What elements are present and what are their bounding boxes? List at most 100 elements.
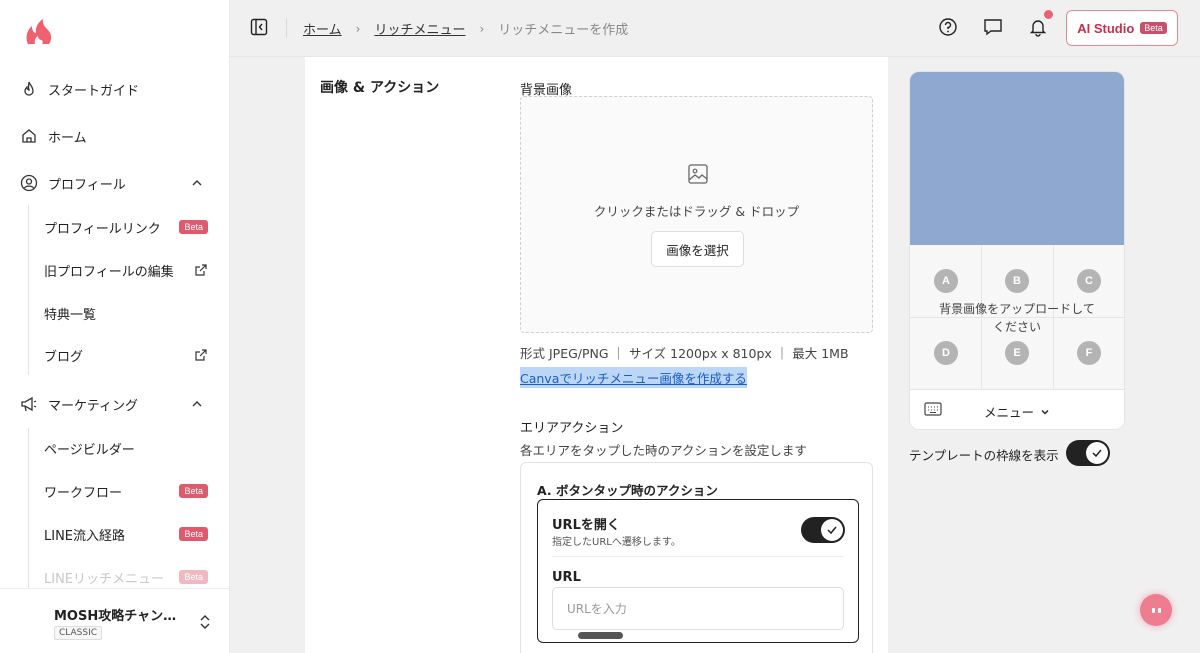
subitem-label: 旧プロフィールの編集 <box>44 264 174 280</box>
divider <box>552 556 844 557</box>
sidebar-item-start-guide[interactable]: スタートガイド <box>20 77 139 101</box>
image-dropzone[interactable]: クリックまたはドラッグ & ドロップ 画像を選択 <box>520 96 873 333</box>
chevron-up-icon[interactable] <box>190 397 204 411</box>
breadcrumb-richmenu[interactable]: リッチメニュー <box>374 19 465 38</box>
megaphone-icon <box>20 395 38 413</box>
beta-badge: Beta <box>179 220 208 234</box>
sidebar-item-profile[interactable]: プロフィール <box>20 171 210 195</box>
sidebar-subitem-page-builder[interactable]: ページビルダー <box>44 437 208 459</box>
logo-icon[interactable] <box>24 18 54 46</box>
help-icon[interactable] <box>938 17 958 37</box>
sidebar-subitem-old-profile[interactable]: 旧プロフィールの編集 <box>44 259 208 281</box>
plan-badge: CLASSIC <box>54 626 103 640</box>
area-cell-c[interactable]: C <box>1077 269 1101 293</box>
upload-prompt-line: 背景画像をアップロードして <box>939 302 1095 316</box>
breadcrumb-current: リッチメニューを作成 <box>498 23 629 38</box>
sidebar-item-marketing[interactable]: マーケティング <box>20 392 210 416</box>
sidebar-item-label: プロフィール <box>48 177 126 193</box>
sidebar: スタートガイド ホーム プロフィール プロフィールリンク Beta 旧プロフィー… <box>0 0 230 653</box>
rich-menu-preview: A B C D E F 背景画像をアップロードして ください メニュー <box>909 71 1125 430</box>
action-card-a: A. ボタンタップ時のアクション URLを開く 指定したURLへ遷移します。 U… <box>520 462 873 653</box>
url-label: URL <box>552 570 581 585</box>
keyboard-icon[interactable] <box>924 402 942 416</box>
action-card-title: A. ボタンタップ時のアクション <box>537 483 718 498</box>
preview-menu-bar: メニュー <box>910 389 1124 429</box>
flame-icon <box>20 80 38 98</box>
scrollbar-thumb[interactable] <box>578 632 623 639</box>
beta-badge: Beta <box>1140 22 1167 34</box>
open-url-option[interactable]: URLを開く 指定したURLへ遷移します。 URL URLを入力 <box>537 499 859 643</box>
subitem-label: ブログ <box>44 349 84 365</box>
subitem-label: 特典一覧 <box>44 307 97 323</box>
subitem-label: ワークフロー <box>44 485 123 501</box>
image-icon <box>688 164 708 184</box>
sidebar-subitem-profile-link[interactable]: プロフィールリンク Beta <box>44 216 208 238</box>
menu-toggle[interactable]: メニュー <box>984 402 1050 421</box>
section-title: 画像 & アクション <box>320 80 440 96</box>
sidebar-item-home[interactable]: ホーム <box>20 124 87 148</box>
notification-dot <box>1044 10 1053 19</box>
area-cell-a[interactable]: A <box>934 269 958 293</box>
chevron-right-icon: › <box>479 21 485 36</box>
open-url-toggle[interactable] <box>801 517 845 543</box>
eye-glyph <box>1157 607 1161 613</box>
area-cell-b[interactable]: B <box>1005 269 1029 293</box>
chevron-right-icon: › <box>355 21 361 36</box>
account-name: MOSH攻略チャン… <box>54 609 177 624</box>
chat-support-button[interactable] <box>1140 594 1172 626</box>
rich-menu-form: 画像 & アクション 背景画像 クリックまたはドラッグ & ドロップ 画像を選択… <box>305 57 888 653</box>
submenu-guide-line <box>28 428 29 588</box>
url-input[interactable]: URLを入力 <box>552 587 844 630</box>
top-header: ホーム › リッチメニュー › リッチメニューを作成 AI Studio Bet… <box>230 0 1200 57</box>
sidebar-subitem-benefits[interactable]: 特典一覧 <box>44 302 208 324</box>
submenu-guide-line <box>28 205 29 375</box>
header-divider <box>286 18 287 38</box>
template-border-toggle[interactable] <box>1066 440 1110 466</box>
open-url-description: 指定したURLへ遷移します。 <box>552 537 681 548</box>
external-link-icon <box>195 349 207 361</box>
preview-background <box>910 72 1124 245</box>
beta-badge: Beta <box>179 570 208 584</box>
check-icon <box>1086 442 1108 464</box>
sidebar-subitem-line-inflow[interactable]: LINE流入経路 Beta <box>44 523 208 545</box>
beta-badge: Beta <box>179 484 208 498</box>
check-icon <box>821 519 843 541</box>
chevron-up-icon[interactable] <box>190 176 204 190</box>
home-icon <box>20 127 38 145</box>
chat-icon[interactable] <box>983 17 1003 37</box>
area-cell-d[interactable]: D <box>934 341 958 365</box>
chevron-down-icon <box>1041 409 1049 414</box>
area-grid: A B C D E F 背景画像をアップロードして ください <box>910 245 1124 389</box>
area-action-description: 各エリアをタップした時のアクションを設定します <box>520 443 807 458</box>
sidebar-item-label: スタートガイド <box>48 83 140 99</box>
sidebar-item-label: マーケティング <box>48 398 138 414</box>
ai-studio-button[interactable]: AI Studio Beta <box>1066 10 1178 46</box>
eye-glyph <box>1151 607 1155 613</box>
area-cell-e[interactable]: E <box>1005 341 1029 365</box>
sidebar-collapse-icon[interactable] <box>250 18 268 36</box>
user-circle-icon <box>20 174 38 192</box>
account-switcher[interactable]: MOSH攻略チャン… CLASSIC <box>0 588 229 653</box>
external-link-icon <box>195 264 207 276</box>
menu-label: メニュー <box>984 405 1035 420</box>
dropzone-hint: クリックまたはドラッグ & ドロップ <box>593 204 800 219</box>
open-url-label: URLを開く <box>552 518 620 533</box>
beta-badge: Beta <box>179 527 208 541</box>
area-action-title: エリアアクション <box>520 421 624 436</box>
sidebar-subitem-workflow[interactable]: ワークフロー Beta <box>44 480 208 502</box>
ai-studio-label: AI Studio <box>1077 20 1135 36</box>
subitem-label: LINE流入経路 <box>44 528 126 544</box>
subitem-label: ページビルダー <box>44 442 135 458</box>
breadcrumb: ホーム › リッチメニュー › リッチメニューを作成 <box>303 19 629 39</box>
area-cell-f[interactable]: F <box>1077 341 1101 365</box>
upload-prompt: 背景画像をアップロードして ください <box>910 300 1124 336</box>
chevron-up-down-icon[interactable] <box>198 613 212 631</box>
sidebar-subitem-blog[interactable]: ブログ <box>44 344 208 366</box>
format-info: 形式 JPEG/PNG ｜ サイズ 1200px x 810px ｜ 最大 1M… <box>520 346 849 361</box>
subitem-label: LINEリッチメニュー <box>44 571 165 587</box>
bell-icon[interactable] <box>1028 17 1048 37</box>
select-image-button[interactable]: 画像を選択 <box>651 231 744 267</box>
breadcrumb-home[interactable]: ホーム <box>303 19 342 38</box>
canva-link[interactable]: Canvaでリッチメニュー画像を作成する <box>520 367 747 388</box>
sidebar-subitem-line-richmenu[interactable]: LINEリッチメニュー Beta <box>44 566 208 588</box>
